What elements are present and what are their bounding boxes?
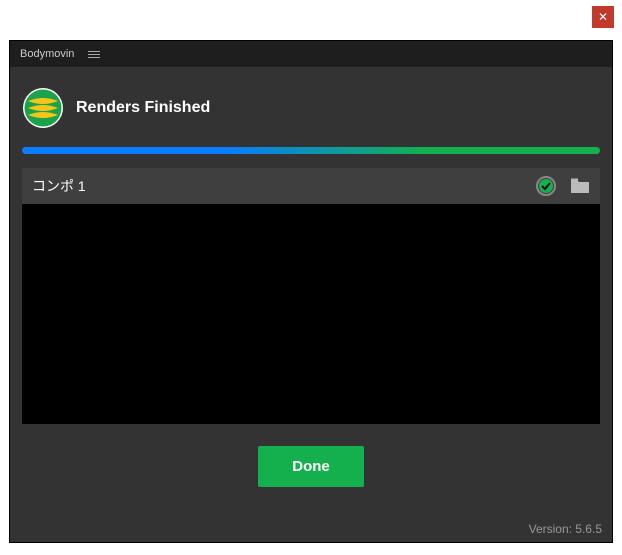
status-success-icon[interactable] bbox=[536, 176, 556, 196]
done-button[interactable]: Done bbox=[258, 446, 364, 487]
preview-area bbox=[22, 204, 600, 424]
version-label: Version: 5.6.5 bbox=[529, 522, 602, 536]
panel-title: Bodymovin bbox=[20, 48, 74, 60]
menu-icon[interactable] bbox=[88, 51, 100, 58]
folder-icon[interactable] bbox=[570, 177, 590, 195]
bodymovin-panel: Bodymovin Renders Finished コンポ 1 bbox=[9, 40, 613, 543]
footer-actions: Done bbox=[10, 446, 612, 487]
panel-titlebar: Bodymovin bbox=[10, 41, 612, 67]
progress-bar bbox=[22, 147, 600, 154]
render-item: コンポ 1 bbox=[22, 168, 600, 424]
render-item-name: コンポ 1 bbox=[32, 176, 528, 196]
bodymovin-logo-icon bbox=[22, 87, 64, 129]
status-header: Renders Finished bbox=[10, 67, 612, 143]
status-text: Renders Finished bbox=[76, 99, 210, 117]
render-item-header: コンポ 1 bbox=[22, 168, 600, 204]
close-icon: ✕ bbox=[598, 11, 608, 23]
window-close-button[interactable]: ✕ bbox=[592, 6, 614, 28]
